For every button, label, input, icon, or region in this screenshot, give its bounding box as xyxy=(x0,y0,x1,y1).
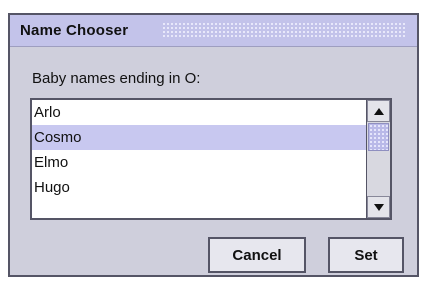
scroll-thumb[interactable] xyxy=(368,123,389,151)
scroll-up-button[interactable] xyxy=(367,100,390,122)
titlebar[interactable]: Name Chooser xyxy=(10,15,417,47)
window-title: Name Chooser xyxy=(20,22,129,39)
arrow-up-icon xyxy=(373,107,384,115)
set-button[interactable]: Set xyxy=(328,237,404,273)
list-item[interactable]: Hugo xyxy=(32,175,368,200)
list-item[interactable]: Arlo xyxy=(32,100,368,125)
list-label: Baby names ending in O: xyxy=(32,70,201,87)
vertical-scrollbar[interactable] xyxy=(366,100,390,218)
arrow-down-icon xyxy=(373,203,384,211)
name-chooser-dialog: Name Chooser Baby names ending in O: Arl… xyxy=(8,13,419,277)
scroll-down-button[interactable] xyxy=(367,196,390,218)
cancel-button[interactable]: Cancel xyxy=(208,237,306,273)
list-item-selected[interactable]: Cosmo xyxy=(32,125,368,150)
titlebar-grip xyxy=(162,22,407,38)
list-item[interactable]: Elmo xyxy=(32,150,368,175)
names-list-items: Arlo Cosmo Elmo Hugo xyxy=(32,100,368,218)
names-list[interactable]: Arlo Cosmo Elmo Hugo xyxy=(30,98,392,220)
